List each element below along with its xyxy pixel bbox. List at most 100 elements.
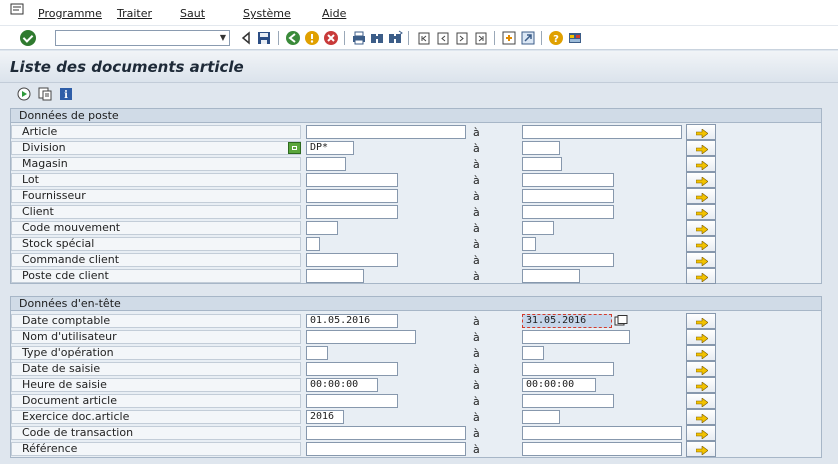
from-input[interactable] — [306, 442, 466, 456]
to-input[interactable] — [522, 346, 544, 360]
execute-icon[interactable] — [16, 86, 32, 102]
multiple-selection-button[interactable] — [686, 425, 716, 441]
multiple-selection-button[interactable] — [686, 252, 716, 268]
to-input[interactable] — [522, 410, 560, 424]
title-bar: Liste des documents article — [0, 51, 838, 83]
field-label: Nom d'utilisateur — [11, 330, 301, 344]
multiple-selection-button[interactable] — [686, 268, 716, 284]
find-icon[interactable] — [369, 30, 385, 46]
to-input[interactable] — [522, 237, 536, 251]
from-input[interactable] — [306, 330, 416, 344]
arrow-right-icon — [695, 429, 709, 440]
to-input[interactable] — [522, 173, 614, 187]
from-input[interactable]: 00:00:00 — [306, 378, 378, 392]
field-label: Article — [11, 125, 301, 139]
to-input[interactable] — [522, 253, 614, 267]
to-input[interactable] — [522, 394, 614, 408]
from-input[interactable] — [306, 237, 320, 251]
multiple-selection-button[interactable] — [686, 409, 716, 425]
from-input[interactable] — [306, 221, 338, 235]
multiple-selection-button[interactable] — [686, 124, 716, 140]
command-field[interactable] — [55, 30, 230, 46]
menu-icon[interactable] — [10, 3, 24, 17]
find-next-icon[interactable] — [387, 30, 403, 46]
multiple-selection-button[interactable] — [686, 172, 716, 188]
layout-icon[interactable] — [567, 30, 583, 46]
info-icon[interactable]: i — [58, 86, 74, 102]
to-input[interactable] — [522, 125, 682, 139]
row-division: Division DP* à — [11, 140, 821, 156]
multiple-selection-button[interactable] — [686, 156, 716, 172]
to-input[interactable]: 31.05.2016 — [522, 314, 612, 328]
from-input[interactable]: 01.05.2016 — [306, 314, 398, 328]
last-page-icon[interactable] — [473, 30, 489, 46]
multiple-selection-button[interactable] — [686, 441, 716, 457]
from-input[interactable] — [306, 125, 466, 139]
multiple-selection-button[interactable] — [686, 236, 716, 252]
back-icon[interactable] — [238, 30, 254, 46]
svg-text:i: i — [64, 90, 68, 101]
cancel-icon[interactable] — [323, 30, 339, 46]
save-icon[interactable] — [256, 30, 272, 46]
multiple-selection-button[interactable] — [686, 377, 716, 393]
to-input[interactable] — [522, 426, 682, 440]
new-session-icon[interactable] — [501, 30, 517, 46]
to-input[interactable] — [522, 141, 560, 155]
range-separator-label: à — [473, 315, 480, 328]
from-input[interactable] — [306, 394, 398, 408]
multiple-selection-button[interactable] — [686, 313, 716, 329]
from-input[interactable]: 2016 — [306, 410, 344, 424]
to-input[interactable] — [522, 205, 614, 219]
menu-saut[interactable]: Saut — [180, 7, 205, 20]
menu-traiter[interactable]: Traiter — [117, 7, 152, 20]
range-separator-label: à — [473, 395, 480, 408]
from-input[interactable] — [306, 346, 328, 360]
multiple-selection-button[interactable] — [686, 329, 716, 345]
arrow-right-icon — [695, 397, 709, 408]
multiple-selection-button[interactable] — [686, 204, 716, 220]
to-input[interactable] — [522, 189, 614, 203]
ok-icon[interactable] — [20, 30, 36, 46]
next-page-icon[interactable] — [454, 30, 470, 46]
from-input[interactable] — [306, 426, 466, 440]
range-separator-label: à — [473, 142, 480, 155]
menu-systeme[interactable]: Système — [243, 7, 291, 20]
standard-toolbar: ▼ ? — [0, 26, 838, 50]
to-input[interactable] — [522, 269, 580, 283]
row-commande-client: Commande client à — [11, 252, 821, 268]
multiple-selection-button[interactable] — [686, 140, 716, 156]
from-input[interactable] — [306, 157, 346, 171]
calendar-icon[interactable] — [614, 315, 628, 327]
multiple-selection-button[interactable] — [686, 345, 716, 361]
to-input[interactable] — [522, 221, 554, 235]
variant-icon[interactable] — [37, 86, 53, 102]
from-input[interactable] — [306, 253, 398, 267]
arrow-right-icon — [695, 349, 709, 360]
back-green-icon[interactable] — [285, 30, 301, 46]
exit-icon[interactable] — [304, 30, 320, 46]
to-input[interactable] — [522, 157, 562, 171]
chevron-down-icon[interactable]: ▼ — [216, 30, 230, 46]
from-input[interactable]: DP* — [306, 141, 354, 155]
shortcut-icon[interactable] — [520, 30, 536, 46]
multiple-selection-button[interactable] — [686, 361, 716, 377]
to-input[interactable]: 00:00:00 — [522, 378, 596, 392]
from-input[interactable] — [306, 173, 398, 187]
to-input[interactable] — [522, 330, 630, 344]
multiple-selection-button[interactable] — [686, 188, 716, 204]
prev-page-icon[interactable] — [435, 30, 451, 46]
multiple-selection-button[interactable] — [686, 220, 716, 236]
to-input[interactable] — [522, 442, 682, 456]
row-fournisseur: Fournisseur à — [11, 188, 821, 204]
menu-programme[interactable]: Programme — [38, 7, 102, 20]
print-icon[interactable] — [351, 30, 367, 46]
multiple-selection-button[interactable] — [686, 393, 716, 409]
first-page-icon[interactable] — [416, 30, 432, 46]
menu-aide[interactable]: Aide — [322, 7, 346, 20]
from-input[interactable] — [306, 362, 398, 376]
from-input[interactable] — [306, 189, 398, 203]
to-input[interactable] — [522, 362, 614, 376]
from-input[interactable] — [306, 269, 364, 283]
help-icon[interactable]: ? — [548, 30, 564, 46]
from-input[interactable] — [306, 205, 398, 219]
